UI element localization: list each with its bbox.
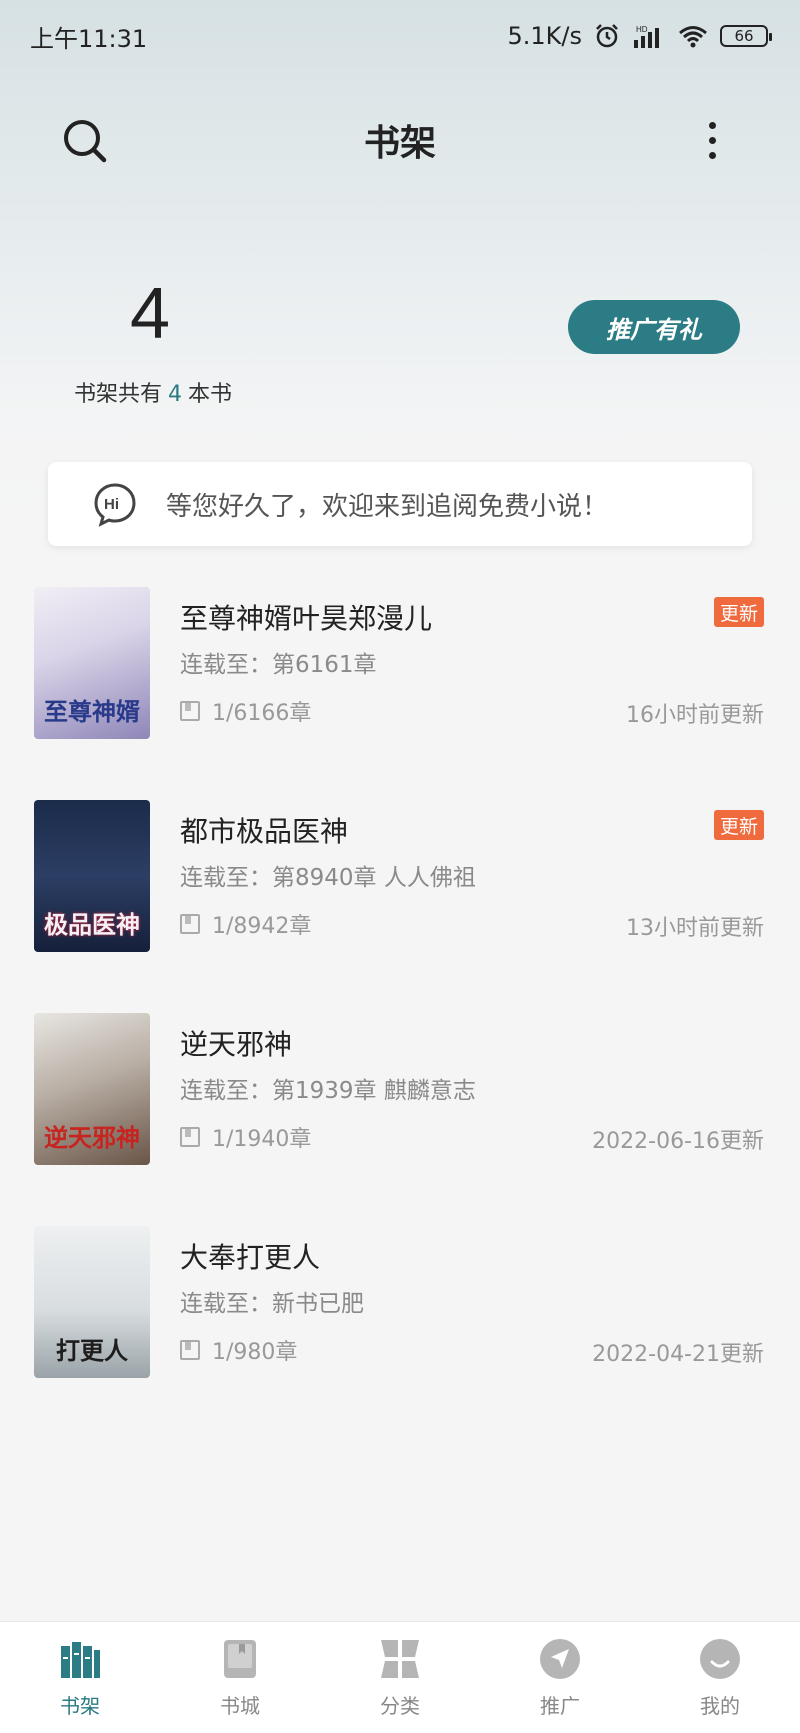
book-cover: 逆天邪神 bbox=[34, 1013, 150, 1165]
profile-icon bbox=[700, 1639, 740, 1679]
update-time: 2022-06-16更新 bbox=[592, 1129, 764, 1154]
bookmark-icon bbox=[180, 914, 200, 934]
book-latest-chapter: 连载至：第1939章 麒麟意志 bbox=[180, 1078, 476, 1104]
nav-item-profile[interactable]: 我的 bbox=[640, 1622, 800, 1733]
bookmark-icon bbox=[180, 1127, 200, 1147]
book-title: 至尊神婿叶昊郑漫儿 bbox=[180, 602, 433, 635]
promo-reward-button[interactable]: 推广有礼 bbox=[568, 300, 740, 354]
bookmark-icon bbox=[180, 701, 200, 721]
progress-text: 1/1940章 bbox=[212, 1127, 312, 1152]
category-grid-icon bbox=[381, 1640, 419, 1678]
nav-item-category[interactable]: 分类 bbox=[320, 1622, 480, 1733]
book-count-caption: 书架共有 4 本书 bbox=[74, 376, 232, 408]
bookshelf-icon bbox=[61, 1642, 100, 1678]
status-time: 上午11:31 bbox=[30, 24, 148, 53]
wifi-icon bbox=[679, 26, 707, 48]
search-icon bbox=[64, 120, 107, 163]
book-cover: 至尊神婿 bbox=[34, 587, 150, 739]
book-count: 4 bbox=[129, 274, 171, 354]
nav-label: 书城 bbox=[220, 1694, 260, 1718]
book-count-prefix: 书架共有 bbox=[74, 382, 163, 407]
book-latest-chapter: 连载至：第8940章 人人佛祖 bbox=[180, 865, 476, 891]
network-speed: 5.1K/s bbox=[507, 22, 583, 50]
update-time: 2022-04-21更新 bbox=[592, 1342, 764, 1367]
nav-item-bookshelf[interactable]: 书架 bbox=[0, 1622, 160, 1733]
app-header: 书架 bbox=[0, 92, 800, 188]
nav-label: 书架 bbox=[60, 1694, 100, 1718]
nav-item-bookstore[interactable]: 书城 bbox=[160, 1622, 320, 1733]
nav-label: 推广 bbox=[540, 1694, 580, 1718]
update-badge: 更新 bbox=[714, 597, 764, 627]
progress-text: 1/980章 bbox=[212, 1340, 298, 1365]
header-background bbox=[0, 0, 800, 520]
book-cover: 打更人 bbox=[34, 1226, 150, 1378]
book-item[interactable]: 逆天邪神 逆天邪神 连载至：第1939章 麒麟意志 1/1940章 2022-0… bbox=[0, 1013, 800, 1173]
signal-icon: HD bbox=[634, 25, 659, 48]
cover-title: 逆天邪神 bbox=[44, 1122, 140, 1152]
book-cover: 极品医神 bbox=[34, 800, 150, 952]
hi-chat-icon: Hi bbox=[94, 483, 136, 527]
status-bar: 上午11:31 5.1K/s HD 66 bbox=[0, 0, 800, 72]
reading-progress: 1/980章 bbox=[180, 1334, 297, 1366]
reading-progress: 1/8942章 bbox=[180, 908, 311, 940]
more-options-button[interactable] bbox=[692, 112, 732, 168]
more-vertical-icon bbox=[708, 121, 716, 129]
bookmark-icon bbox=[180, 1340, 200, 1360]
update-badge: 更新 bbox=[714, 810, 764, 840]
book-latest-chapter: 连载至：第6161章 bbox=[180, 652, 377, 678]
search-button[interactable] bbox=[60, 116, 110, 166]
nav-label: 我的 bbox=[700, 1694, 740, 1718]
greeting-text: 等您好久了，欢迎来到追阅免费小说！ bbox=[166, 491, 609, 522]
progress-text: 1/6166章 bbox=[212, 701, 312, 726]
book-latest-chapter: 连载至：新书已肥 bbox=[180, 1291, 364, 1317]
reading-progress: 1/6166章 bbox=[180, 695, 311, 727]
book-item[interactable]: 打更人 大奉打更人 连载至：新书已肥 1/980章 2022-04-21更新 bbox=[0, 1226, 800, 1386]
page-title: 书架 bbox=[363, 122, 436, 164]
bottom-navigation: 书架 书城 分类 推广 我的 bbox=[0, 1621, 800, 1733]
update-time: 16小时前更新 bbox=[626, 703, 764, 728]
book-title: 逆天邪神 bbox=[180, 1028, 293, 1061]
svg-text:HD: HD bbox=[636, 25, 648, 34]
send-icon bbox=[540, 1639, 580, 1679]
book-item[interactable]: 极品医神 都市极品医神 更新 连载至：第8940章 人人佛祖 1/8942章 1… bbox=[0, 800, 800, 960]
cover-title: 打更人 bbox=[56, 1335, 128, 1365]
nav-label: 分类 bbox=[380, 1694, 420, 1718]
cover-title: 至尊神婿 bbox=[44, 696, 140, 726]
book-icon bbox=[224, 1640, 256, 1678]
reading-progress: 1/1940章 bbox=[180, 1121, 311, 1153]
book-title: 大奉打更人 bbox=[180, 1241, 321, 1274]
more-dot bbox=[708, 151, 716, 159]
battery-level: 66 bbox=[734, 27, 754, 45]
status-icons: 5.1K/s HD 66 bbox=[507, 22, 772, 50]
alarm-icon bbox=[596, 24, 618, 48]
more-dot bbox=[708, 136, 716, 144]
book-count-suffix: 本书 bbox=[188, 382, 233, 407]
update-time: 13小时前更新 bbox=[626, 916, 764, 941]
battery-icon: 66 bbox=[720, 25, 772, 47]
svg-text:Hi: Hi bbox=[104, 496, 119, 513]
book-title: 都市极品医神 bbox=[180, 815, 349, 848]
cover-title: 极品医神 bbox=[44, 909, 140, 939]
book-count-inline: 4 bbox=[168, 382, 183, 407]
nav-item-promote[interactable]: 推广 bbox=[480, 1622, 640, 1733]
book-item[interactable]: 至尊神婿 至尊神婿叶昊郑漫儿 更新 连载至：第6161章 1/6166章 16小… bbox=[0, 587, 800, 747]
progress-text: 1/8942章 bbox=[212, 914, 312, 939]
greeting-banner: Hi 等您好久了，欢迎来到追阅免费小说！ bbox=[48, 462, 752, 546]
